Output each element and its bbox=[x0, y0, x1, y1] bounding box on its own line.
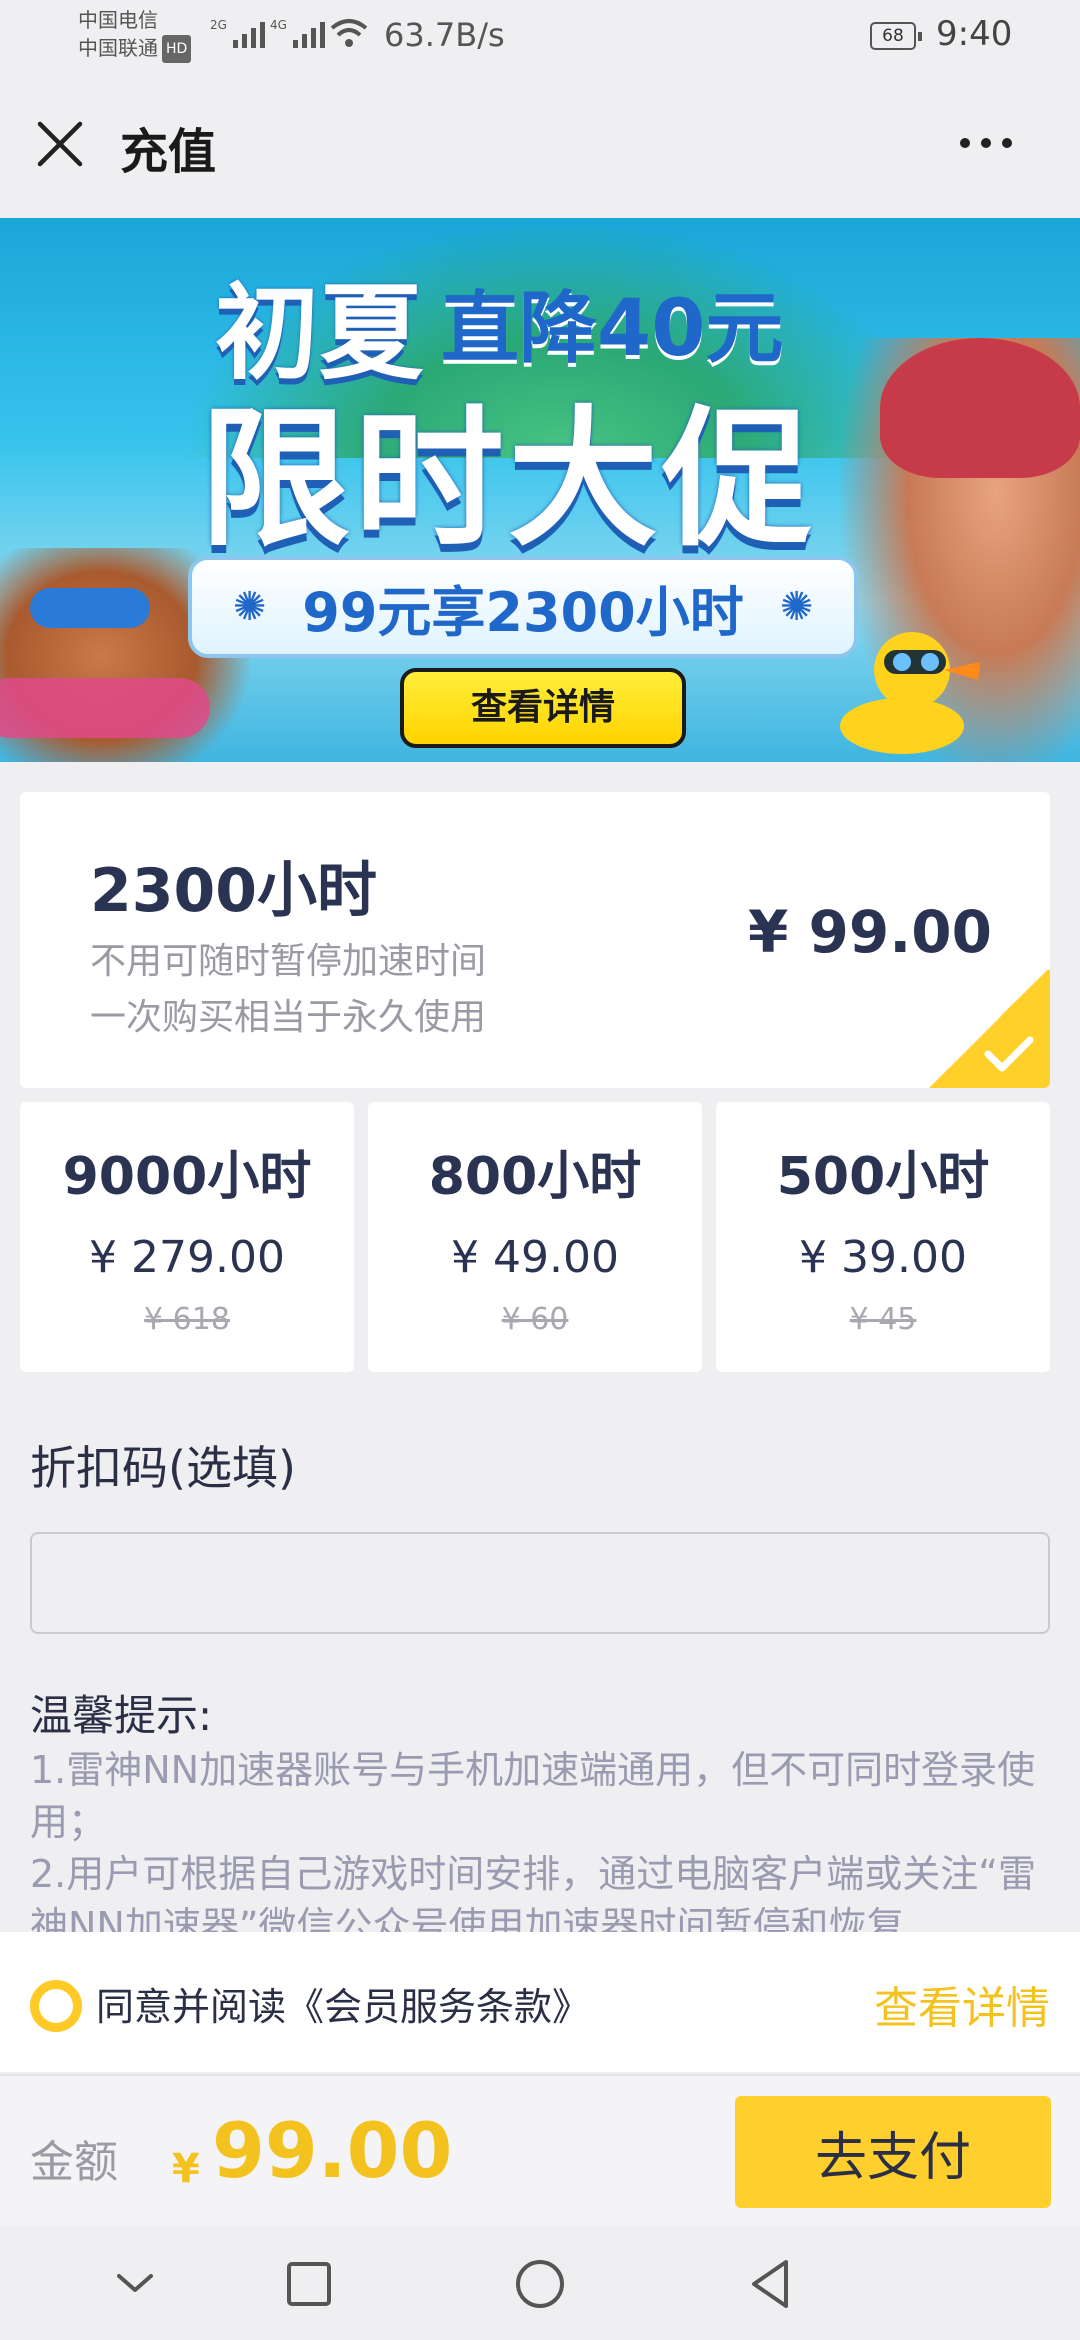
carrier-1: 中国电信 bbox=[78, 8, 158, 32]
plan-price: ¥ 49.00 bbox=[451, 1232, 619, 1283]
plan-hours: 9000小时 bbox=[62, 1147, 312, 1207]
agree-radio[interactable] bbox=[30, 1980, 82, 2032]
tips-title: 温馨提示: bbox=[30, 1691, 213, 1740]
agreement-details-link[interactable]: 查看详情 bbox=[874, 1972, 1050, 2036]
plan-original-price: ¥ 60 bbox=[501, 1302, 569, 1337]
discount-code-input[interactable] bbox=[30, 1532, 1050, 1634]
banner-offer-text: 99元享2300小时 bbox=[302, 580, 744, 644]
network-type-2: 4G bbox=[270, 18, 287, 32]
banner-offer: ✺ 99元享2300小时 ✺ bbox=[188, 556, 858, 658]
amount-label: 金额 bbox=[30, 2137, 118, 2188]
close-icon[interactable] bbox=[34, 118, 86, 170]
tip-item: 1.雷神NN加速器账号与手机加速端通用，但不可同时登录使用； bbox=[30, 1748, 1036, 1844]
plan-card-featured[interactable]: 2300小时 不用可随时暂停加速时间 一次购买相当于永久使用 ¥ 99.00 bbox=[20, 792, 1050, 1088]
tips-body: 1.雷神NN加速器账号与手机加速端通用，但不可同时登录使用； 2.用户可根据自己… bbox=[30, 1744, 1060, 1952]
recents-icon[interactable] bbox=[281, 2256, 337, 2312]
network-speed: 63.7B/s bbox=[384, 16, 505, 54]
discount-code-label: 折扣码(选填) bbox=[30, 1441, 296, 1495]
system-nav-bar bbox=[0, 2226, 1080, 2340]
amount-value: 99.00 bbox=[212, 2106, 453, 2195]
plan-price: ¥ 39.00 bbox=[799, 1232, 967, 1283]
battery-level: 68 bbox=[882, 26, 904, 46]
back-icon[interactable] bbox=[742, 2256, 798, 2312]
plan-options: 9000小时 ¥ 279.00 ¥ 618 800小时 ¥ 49.00 ¥ 60… bbox=[20, 1102, 1050, 1372]
battery-icon: 68 bbox=[870, 22, 922, 50]
crab-icon: ✺ bbox=[779, 584, 814, 630]
banner-headline-2: 限时大促 bbox=[200, 393, 817, 567]
pay-button[interactable]: 去支付 bbox=[735, 2096, 1051, 2208]
carrier-labels: 中国电信 中国联通 HD bbox=[78, 6, 192, 63]
plan-description-1: 不用可随时暂停加速时间 bbox=[90, 941, 487, 982]
plan-hours: 800小时 bbox=[428, 1147, 642, 1207]
nav-bar: 充值 bbox=[0, 72, 1080, 218]
plan-description-2: 一次购买相当于永久使用 bbox=[90, 997, 487, 1038]
plan-original-price: ¥ 45 bbox=[849, 1302, 917, 1337]
network-type-1: 2G bbox=[210, 18, 227, 32]
plan-card[interactable]: 9000小时 ¥ 279.00 ¥ 618 bbox=[20, 1102, 354, 1372]
chevron-down-icon[interactable] bbox=[107, 2256, 163, 2312]
selected-check-icon bbox=[926, 970, 1050, 1088]
plan-card[interactable]: 500小时 ¥ 39.00 ¥ 45 bbox=[716, 1102, 1050, 1372]
payment-bar: 金额 ¥ 99.00 去支付 bbox=[0, 2074, 1080, 2226]
plan-hours: 2300小时 bbox=[90, 856, 377, 926]
plan-price: ¥ 279.00 bbox=[89, 1232, 285, 1283]
promo-banner[interactable]: 初夏 直降40元 限时大促 ✺ 99元享2300小时 ✺ 查看详情 bbox=[0, 218, 1080, 762]
page-title: 充值 bbox=[120, 124, 217, 180]
plan-original-price: ¥ 618 bbox=[144, 1302, 230, 1337]
agreement-text[interactable]: 同意并阅读《会员服务条款》 bbox=[96, 1976, 590, 2031]
agreement-bar: 同意并阅读《会员服务条款》 查看详情 bbox=[0, 1932, 1080, 2072]
hd-badge: HD bbox=[162, 35, 192, 63]
signal-icon-1: 2G bbox=[210, 18, 265, 48]
plan-price: ¥ 99.00 bbox=[747, 898, 992, 966]
amount-currency: ¥ bbox=[172, 2146, 200, 2192]
crab-icon: ✺ bbox=[232, 584, 267, 630]
carrier-2: 中国联通 bbox=[78, 36, 158, 60]
plan-hours: 500小时 bbox=[776, 1147, 990, 1207]
home-icon[interactable] bbox=[512, 2256, 568, 2312]
status-bar: 中国电信 中国联通 HD 2G 4G 63.7B/s 68 9:40 bbox=[0, 0, 1080, 72]
wifi-icon bbox=[330, 19, 368, 47]
plan-card[interactable]: 800小时 ¥ 49.00 ¥ 60 bbox=[368, 1102, 702, 1372]
banner-details-button[interactable]: 查看详情 bbox=[400, 668, 686, 748]
more-icon[interactable] bbox=[960, 138, 1012, 148]
signal-icon-2: 4G bbox=[270, 18, 325, 48]
status-time: 9:40 bbox=[936, 14, 1013, 54]
